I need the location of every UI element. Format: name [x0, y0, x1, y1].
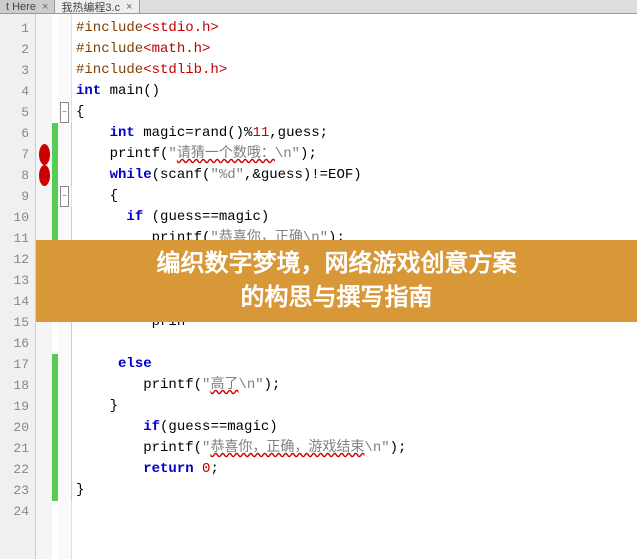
line-number: 9 — [0, 186, 35, 207]
line-number: 24 — [0, 501, 35, 522]
overlay-banner: 编织数字梦境，网络游戏创意方案 的构思与撰写指南 — [36, 240, 637, 322]
code-line[interactable]: printf("高了\n"); — [76, 375, 637, 396]
line-number: 11 — [0, 228, 35, 249]
fold-slot[interactable] — [58, 165, 71, 186]
breakpoint-slot[interactable] — [36, 144, 52, 165]
breakpoint-slot[interactable] — [36, 438, 52, 459]
overlay-line2: 的构思与撰写指南 — [157, 281, 517, 315]
line-number: 17 — [0, 354, 35, 375]
breakpoint-slot[interactable] — [36, 102, 52, 123]
fold-slot[interactable] — [58, 81, 71, 102]
breakpoint-icon[interactable] — [39, 144, 50, 165]
line-number: 2 — [0, 39, 35, 60]
fold-slot[interactable] — [58, 207, 71, 228]
line-number: 5 — [0, 102, 35, 123]
line-number: 16 — [0, 333, 35, 354]
fold-slot[interactable] — [58, 396, 71, 417]
close-icon[interactable]: × — [126, 1, 132, 13]
close-icon[interactable]: × — [42, 1, 48, 13]
fold-slot[interactable] — [58, 417, 71, 438]
line-number: 23 — [0, 480, 35, 501]
code-line[interactable]: if(guess==magic) — [76, 417, 637, 438]
line-number: 3 — [0, 60, 35, 81]
breakpoint-slot[interactable] — [36, 480, 52, 501]
code-line[interactable]: else — [76, 354, 637, 375]
fold-slot[interactable] — [58, 459, 71, 480]
fold-slot[interactable] — [58, 375, 71, 396]
tab-bar: t Here × 我热编程3.c × — [0, 0, 637, 14]
line-number: 19 — [0, 396, 35, 417]
code-line[interactable]: #include<stdio.h> — [76, 18, 637, 39]
code-line[interactable]: int main() — [76, 81, 637, 102]
fold-slot[interactable]: − — [58, 102, 71, 123]
line-number: 14 — [0, 291, 35, 312]
breakpoint-slot[interactable] — [36, 333, 52, 354]
line-number-gutter: 123456789101112131415161718192021222324 — [0, 14, 36, 559]
breakpoint-icon[interactable] — [39, 165, 50, 186]
breakpoint-slot[interactable] — [36, 165, 52, 186]
code-line[interactable]: #include<stdlib.h> — [76, 60, 637, 81]
line-number: 1 — [0, 18, 35, 39]
code-line[interactable]: if (guess==magic) — [76, 207, 637, 228]
code-line[interactable]: { — [76, 102, 637, 123]
overlay-line1: 编织数字梦境，网络游戏创意方案 — [157, 247, 517, 281]
fold-collapse-icon[interactable]: − — [60, 186, 69, 207]
line-number: 22 — [0, 459, 35, 480]
breakpoint-slot[interactable] — [36, 417, 52, 438]
line-number: 12 — [0, 249, 35, 270]
fold-slot[interactable] — [58, 18, 71, 39]
line-number: 7 — [0, 144, 35, 165]
fold-slot[interactable] — [58, 354, 71, 375]
breakpoint-slot[interactable] — [36, 459, 52, 480]
code-line[interactable]: while(scanf("%d",&guess)!=EOF) — [76, 165, 637, 186]
fold-slot[interactable] — [58, 438, 71, 459]
line-number: 8 — [0, 165, 35, 186]
fold-slot[interactable] — [58, 480, 71, 501]
code-line[interactable]: printf("恭喜你，正确，游戏结束\n"); — [76, 438, 637, 459]
fold-collapse-icon[interactable]: − — [60, 102, 69, 123]
line-number: 10 — [0, 207, 35, 228]
line-number: 13 — [0, 270, 35, 291]
code-line[interactable]: { — [76, 186, 637, 207]
line-number: 21 — [0, 438, 35, 459]
code-line[interactable]: return 0; — [76, 459, 637, 480]
line-number: 20 — [0, 417, 35, 438]
fold-slot[interactable] — [58, 333, 71, 354]
breakpoint-slot[interactable] — [36, 354, 52, 375]
breakpoint-slot[interactable] — [36, 375, 52, 396]
code-line[interactable] — [76, 501, 637, 522]
line-number: 6 — [0, 123, 35, 144]
tab-label: 我热编程3.c — [61, 0, 120, 15]
code-line[interactable]: } — [76, 396, 637, 417]
fold-slot[interactable]: − — [58, 186, 71, 207]
breakpoint-slot[interactable] — [36, 207, 52, 228]
breakpoint-slot[interactable] — [36, 81, 52, 102]
code-line[interactable]: } — [76, 480, 637, 501]
breakpoint-slot[interactable] — [36, 396, 52, 417]
breakpoint-slot[interactable] — [36, 39, 52, 60]
line-number: 4 — [0, 81, 35, 102]
breakpoint-slot[interactable] — [36, 123, 52, 144]
code-line[interactable] — [76, 333, 637, 354]
code-line[interactable]: printf("请猜一个数哦：\n"); — [76, 144, 637, 165]
fold-slot[interactable] — [58, 144, 71, 165]
breakpoint-slot[interactable] — [36, 18, 52, 39]
breakpoint-slot[interactable] — [36, 501, 52, 522]
code-line[interactable]: #include<math.h> — [76, 39, 637, 60]
fold-slot[interactable] — [58, 123, 71, 144]
code-line[interactable]: int magic=rand()%11,guess; — [76, 123, 637, 144]
tab-label: t Here — [6, 1, 36, 13]
breakpoint-slot[interactable] — [36, 186, 52, 207]
fold-slot[interactable] — [58, 501, 71, 522]
fold-slot[interactable] — [58, 39, 71, 60]
tab-inactive[interactable]: t Here × — [0, 0, 55, 13]
tab-active[interactable]: 我热编程3.c × — [55, 0, 139, 13]
fold-slot[interactable] — [58, 60, 71, 81]
line-number: 18 — [0, 375, 35, 396]
line-number: 15 — [0, 312, 35, 333]
breakpoint-slot[interactable] — [36, 60, 52, 81]
